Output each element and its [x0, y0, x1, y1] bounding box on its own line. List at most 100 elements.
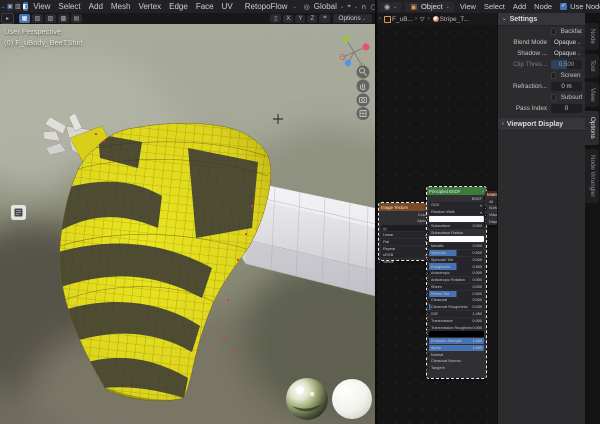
camera-view-button[interactable] — [357, 94, 370, 107]
bsdf-input-normal[interactable]: Normal — [429, 352, 484, 358]
bsdf-input-sheen-tint[interactable]: Sheen Tint0.500 — [429, 291, 484, 297]
bsdf-input-tangent[interactable]: Tangent — [429, 365, 484, 371]
sidebar-tab-view[interactable]: View — [585, 82, 599, 108]
image-datablock-field[interactable]: ▤× — [381, 225, 429, 231]
ne-menu-add[interactable]: Add — [513, 2, 526, 11]
rf-tool-5-icon[interactable]: ▤ — [71, 14, 82, 23]
sidebar-tab-tool[interactable]: Tool — [585, 54, 599, 78]
image-texture-node[interactable]: Image Texture▾ ColorAlpha ▤× Linear▾Flat… — [379, 203, 431, 260]
snap-options-icon[interactable]: ⌗ — [319, 14, 330, 23]
select-tool-icon[interactable]: ▸ — [1, 13, 14, 24]
options-dropdown[interactable]: Options ⌄ — [333, 14, 372, 23]
bsdf-output-socket[interactable]: BSDF — [429, 196, 484, 202]
menu-face[interactable]: Face — [196, 2, 214, 11]
imgtex-dropdown-srgb[interactable]: sRGB▾ — [381, 252, 429, 258]
bsdf-input-emission-strength[interactable]: Emission Strength1.000 — [429, 338, 484, 344]
editor-type-button[interactable]: ◉ ⌄ — [379, 2, 401, 12]
mode-dropdown-caret[interactable]: ⌄ — [1, 4, 5, 10]
socket-out-color[interactable]: Color — [381, 212, 429, 218]
gizmo-z-axis[interactable] — [345, 60, 351, 66]
pivot-caret[interactable]: ⌄ — [354, 4, 358, 10]
bsdf-input-clearcoat-roughness[interactable]: Clearcoat Roughness0.030 — [429, 304, 484, 310]
bsdf-dropdown-ggx[interactable]: GGX▾ — [429, 202, 484, 208]
viewport-display-panel-header[interactable]: ›Viewport Display — [498, 118, 585, 131]
shader-node-editor[interactable]: ◉ ⌄ ▣ Object ⌄ ViewSelectAddNode ✓ Use N… — [377, 0, 600, 424]
sidebar-tab-node-wrangler[interactable]: Node Wrangler — [585, 149, 599, 203]
refraction-field[interactable]: 0 m — [551, 82, 582, 91]
retopoflow-menu[interactable]: RetopoFlow — [245, 2, 288, 11]
node-canvas[interactable]: › F_uB... › ▽ › Stripe_T... Image Textur… — [377, 13, 497, 424]
sidebar-tab-node[interactable]: Node — [585, 23, 599, 50]
rf-tool-3-icon[interactable]: ▨ — [45, 14, 56, 23]
output-row-surface[interactable]: Surface — [487, 205, 497, 211]
breadcrumb-object-name[interactable]: F_uB... — [392, 16, 413, 23]
viewport-scene[interactable] — [0, 24, 375, 424]
axis-button-x[interactable]: X — [283, 15, 293, 23]
ne-menu-view[interactable]: View — [460, 2, 476, 11]
sidebar-tab-options[interactable]: Options — [585, 111, 599, 145]
orientation-caret[interactable]: ⌄ — [340, 4, 344, 10]
principled-bsdf-node[interactable]: Principled BSDF▾ BSDF GGX▾Random Walk▾ S… — [427, 187, 486, 378]
bsdf-input-anisotropic-rotation[interactable]: Anisotropic Rotation0.000 — [429, 277, 484, 283]
bsdf-input-clearcoat-normal[interactable]: Clearcoat Normal — [429, 358, 484, 364]
gizmo-y-axis[interactable] — [342, 35, 349, 42]
bsdf-input-base-color[interactable] — [429, 216, 484, 222]
snap-magnet-icon[interactable]: ∩ — [361, 3, 366, 11]
menu-uv[interactable]: UV — [222, 2, 233, 11]
bsdf-input-subsurface[interactable]: Subsurface0.000 — [429, 223, 484, 229]
settings-panel-header[interactable]: ⌄Settings — [498, 13, 585, 26]
editor-divider[interactable] — [375, 0, 377, 424]
pass-index-field[interactable]: 0 — [551, 104, 582, 113]
annotation-badge[interactable] — [11, 205, 26, 220]
retopoflow-caret[interactable]: ⌄ — [292, 4, 296, 10]
pan-hand-button[interactable] — [357, 80, 370, 93]
output-row-all[interactable]: All▾ — [487, 199, 497, 205]
viewport-3d[interactable]: ⌄ ▣ ▥ ◧ ViewSelectAddMeshVertexEdgeFaceU… — [0, 0, 375, 424]
bsdf-input-ior[interactable]: IOR1.450 — [429, 311, 484, 317]
bsdf-input-anisotropic[interactable]: Anisotropic0.000 — [429, 270, 484, 276]
gizmo-x-axis[interactable] — [362, 43, 369, 50]
bsdf-input-alpha[interactable]: Alpha1.000 — [429, 345, 484, 351]
screen-spac-checkbox[interactable] — [551, 72, 556, 79]
ne-menu-select[interactable]: Select — [484, 2, 505, 11]
bsdf-input-sheen[interactable]: Sheen0.000 — [429, 284, 484, 290]
output-row-volume[interactable]: Volume — [487, 212, 497, 218]
rf-tool-1-icon[interactable]: ▦ — [19, 14, 30, 23]
ne-menu-node[interactable]: Node — [534, 2, 552, 11]
bsdf-input-subsurface-radius[interactable]: Subsurface Radius — [429, 230, 484, 236]
shader-mode-dropdown[interactable]: ▣ Object ⌄ — [405, 2, 454, 12]
menu-mesh[interactable]: Mesh — [111, 2, 131, 11]
bsdf-input-specular[interactable]: Specular0.500 — [429, 250, 484, 256]
bsdf-input-transmission-roughness[interactable]: Transmission Roughness0.000 — [429, 324, 484, 330]
axis-button-y[interactable]: Y — [295, 15, 305, 23]
shadow-dropdown[interactable]: Opaque⌄ — [551, 49, 585, 58]
bsdf-input-emission[interactable] — [429, 331, 484, 337]
backface-cu-checkbox[interactable] — [551, 28, 556, 35]
menu-view[interactable]: View — [33, 2, 50, 11]
editor-type-icon[interactable]: ▣ — [7, 2, 13, 11]
subsurface-checkbox[interactable] — [551, 94, 556, 101]
zoom-button[interactable] — [357, 66, 370, 79]
output-row-displacement[interactable]: Displacement — [487, 219, 497, 225]
imgtex-dropdown-linear[interactable]: Linear▾ — [381, 232, 429, 238]
blend-mode-dropdown[interactable]: Opaque⌄ — [551, 38, 585, 47]
use-nodes-checkbox[interactable]: ✓ — [560, 3, 567, 10]
bsdf-input-metallic[interactable]: Metallic0.000 — [429, 243, 484, 249]
material-output-node[interactable]: Material Output All▾SurfaceVolumeDisplac… — [485, 191, 497, 225]
rf-tool-4-icon[interactable]: ▩ — [58, 14, 69, 23]
breadcrumb-material-name[interactable]: Stripe_T... — [440, 16, 469, 23]
clip-thres-slider[interactable]: 0.500 — [551, 60, 582, 69]
socket-out-alpha[interactable]: Alpha — [381, 218, 429, 224]
rf-tool-2-icon[interactable]: ▧ — [32, 14, 43, 23]
mirror-icon[interactable]: ▯ — [270, 14, 281, 23]
bsdf-input-subsurface-color[interactable] — [429, 236, 484, 242]
bsdf-input-clearcoat[interactable]: Clearcoat0.000 — [429, 297, 484, 303]
socket-in-vector[interactable]: Vector — [381, 259, 429, 265]
bsdf-dropdown-random-walk[interactable]: Random Walk▾ — [429, 209, 484, 215]
bsdf-input-transmission[interactable]: Transmission0.000 — [429, 318, 484, 324]
imgtex-dropdown-flat[interactable]: Flat▾ — [381, 239, 429, 245]
axis-button-z[interactable]: Z — [307, 15, 317, 23]
imgtex-dropdown-repeat[interactable]: Repeat▾ — [381, 246, 429, 252]
xray-toggle-icon[interactable]: ▥ — [15, 2, 21, 11]
menu-edge[interactable]: Edge — [169, 2, 188, 11]
